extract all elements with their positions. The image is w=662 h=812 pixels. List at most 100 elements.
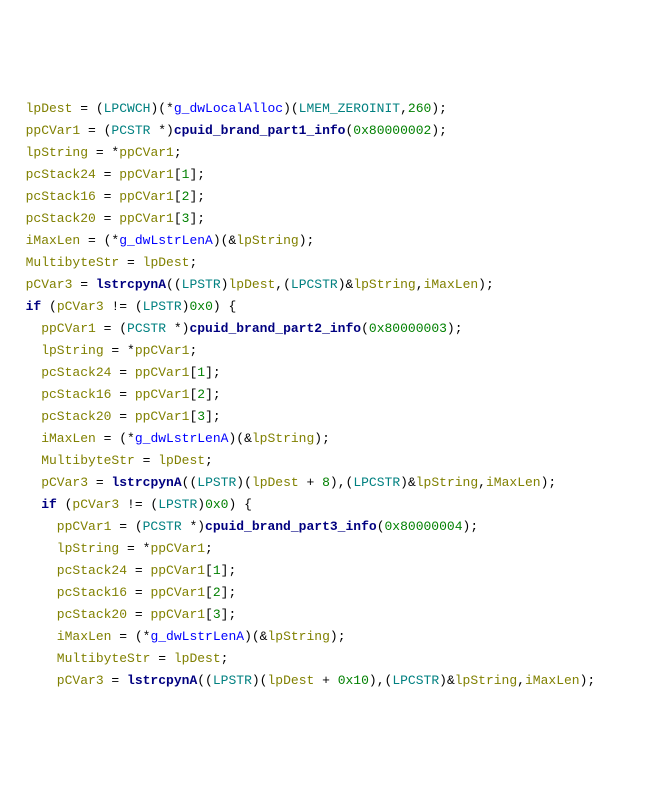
code-token: != (: [127, 497, 158, 512]
code-token: ;: [205, 541, 213, 556]
code-token: 0x80000004: [385, 519, 463, 534]
code-token: pCVar3: [10, 277, 80, 292]
code-token: ];: [205, 409, 221, 424]
code-token: =: [111, 673, 127, 688]
code-token: pcStack16: [10, 189, 104, 204]
code-token: 1: [197, 365, 205, 380]
code-token: lstrcpynA: [111, 475, 181, 490]
code-token: LPSTR: [197, 475, 236, 490]
code-token: = *: [96, 145, 119, 160]
code-token: 8: [322, 475, 330, 490]
code-token: LPCSTR: [353, 475, 400, 490]
code-line: iMaxLen = (*g_dwLstrLenA)(&lpString);: [10, 626, 652, 648]
code-token: lpDest: [143, 255, 190, 270]
code-line: pCVar3 = lstrcpynA((LPSTR)(lpDest + 8),(…: [10, 472, 652, 494]
code-line: pcStack20 = ppCVar1[3];: [10, 406, 652, 428]
code-line: ppCVar1 = (PCSTR *)cpuid_brand_part3_inf…: [10, 516, 652, 538]
code-token: ): [197, 497, 205, 512]
code-line: if (pCVar3 != (LPSTR)0x0) {: [10, 296, 652, 318]
code-token: LPCSTR: [291, 277, 338, 292]
code-token: );: [478, 277, 494, 292]
code-token: = (*: [88, 233, 119, 248]
code-token: lpDest: [158, 453, 205, 468]
code-token: )(: [252, 673, 268, 688]
code-token: = (*: [119, 629, 150, 644]
code-token: LPSTR: [158, 497, 197, 512]
code-line: pCVar3 = lstrcpynA((LPSTR)(lpDest + 0x10…: [10, 670, 652, 692]
code-token: g_dwLstrLenA: [119, 233, 213, 248]
code-token: 2: [197, 387, 205, 402]
code-token: =: [80, 277, 96, 292]
code-token: ppCVar1: [150, 563, 205, 578]
code-token: ,(: [275, 277, 291, 292]
code-token: *): [189, 519, 205, 534]
code-token: [: [205, 607, 213, 622]
code-token: pCVar3: [72, 497, 127, 512]
code-token: [: [174, 167, 182, 182]
code-token: = (: [88, 123, 111, 138]
code-token: )&: [338, 277, 354, 292]
code-token: 3: [197, 409, 205, 424]
code-token: ),(: [330, 475, 353, 490]
code-token: 2: [213, 585, 221, 600]
code-token: *): [174, 321, 190, 336]
code-token: pCVar3: [10, 673, 111, 688]
code-token: );: [314, 431, 330, 446]
code-token: ppCVar1: [150, 585, 205, 600]
code-token: ppCVar1: [150, 607, 205, 622]
code-token: ];: [205, 365, 221, 380]
code-token: [: [205, 563, 213, 578]
code-token: )&: [439, 673, 455, 688]
code-line: ppCVar1 = (PCSTR *)cpuid_brand_part1_inf…: [10, 120, 652, 142]
code-token: *): [158, 123, 174, 138]
code-token: pcStack20: [10, 409, 119, 424]
code-token: LPCSTR: [392, 673, 439, 688]
code-token: cpuid_brand_part2_info: [189, 321, 361, 336]
code-token: )(*: [150, 101, 173, 116]
code-token: =: [96, 475, 112, 490]
code-token: = *: [111, 343, 134, 358]
code-token: ((: [166, 277, 182, 292]
code-token: ];: [221, 585, 237, 600]
code-line: lpString = *ppCVar1;: [10, 538, 652, 560]
code-token: ) {: [228, 497, 251, 512]
code-token: lpString: [416, 475, 478, 490]
code-token: [: [174, 211, 182, 226]
code-line: pcStack24 = ppCVar1[1];: [10, 164, 652, 186]
code-token: )(&: [213, 233, 236, 248]
code-token: ppCVar1: [10, 123, 88, 138]
code-token: ppCVar1: [119, 145, 174, 160]
code-token: lpString: [267, 629, 329, 644]
code-token: ];: [189, 189, 205, 204]
code-token: )(: [283, 101, 299, 116]
code-token: cpuid_brand_part3_info: [205, 519, 377, 534]
code-line: if (pCVar3 != (LPSTR)0x0) {: [10, 494, 652, 516]
code-token: +: [322, 673, 338, 688]
code-token: =: [135, 607, 151, 622]
code-token: ppCVar1: [10, 321, 104, 336]
code-token: =: [119, 387, 135, 402]
code-token: lpString: [236, 233, 298, 248]
code-token: lpString: [455, 673, 517, 688]
code-token: lpDest: [252, 475, 307, 490]
code-token: LPSTR: [143, 299, 182, 314]
code-token: ppCVar1: [10, 519, 119, 534]
code-line: lpString = *ppCVar1;: [10, 340, 652, 362]
code-line: pcStack20 = ppCVar1[3];: [10, 604, 652, 626]
code-token: =: [158, 651, 174, 666]
code-token: iMaxLen: [525, 673, 580, 688]
code-token: ppCVar1: [135, 343, 190, 358]
code-token: if: [10, 497, 65, 512]
code-token: LPCWCH: [104, 101, 151, 116]
code-token: );: [431, 101, 447, 116]
code-token: );: [330, 629, 346, 644]
code-token: = (: [104, 321, 127, 336]
code-token: lpString: [353, 277, 415, 292]
code-token: pCVar3: [10, 475, 96, 490]
code-token: );: [447, 321, 463, 336]
code-token: = *: [127, 541, 150, 556]
code-token: ];: [205, 387, 221, 402]
code-token: )(&: [244, 629, 267, 644]
code-token: pcStack16: [10, 585, 135, 600]
code-token: 260: [408, 101, 431, 116]
